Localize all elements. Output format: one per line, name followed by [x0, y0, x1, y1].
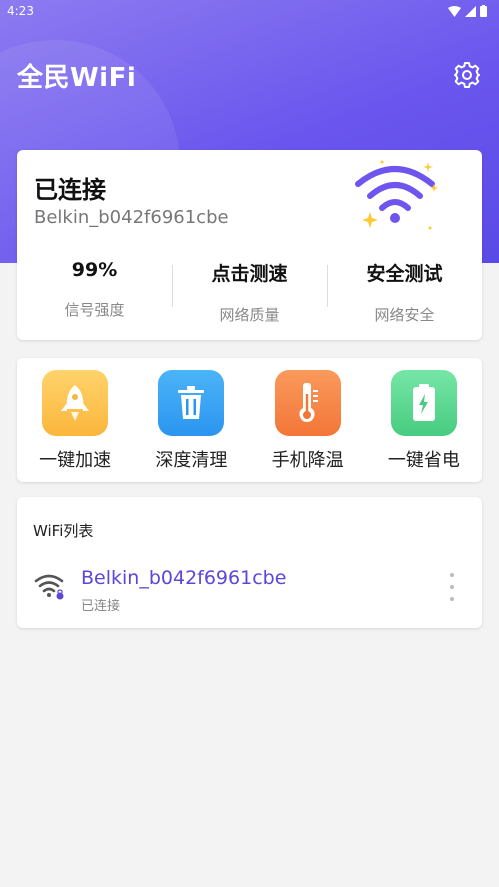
battery-status-icon: [480, 5, 487, 17]
app-title: 全民WiFi: [17, 63, 137, 93]
wifi-list-title: WiFi列表: [33, 522, 94, 540]
network-quality-label: 网络质量: [219, 306, 280, 324]
cool-down-button[interactable]: 手机降温: [250, 358, 366, 482]
speed-test-label: 点击测速: [211, 263, 288, 285]
gear-icon: [454, 62, 480, 88]
connection-stats: 99% 信号强度 点击测速 网络质量 安全测试 网络安全: [17, 255, 482, 325]
power-save-label: 一键省电: [387, 450, 460, 471]
signal-strength-value: 99%: [71, 259, 118, 281]
rocket-icon: [42, 370, 109, 436]
wifi-item-name: Belkin_b042f6961cbe: [81, 567, 287, 589]
status-icons: [448, 5, 487, 17]
wifi-list-item[interactable]: Belkin_b042f6961cbe 已连接: [17, 559, 482, 615]
status-bar: 4:23: [0, 0, 499, 22]
more-dot: [450, 597, 454, 601]
wifi-item-status: 已连接: [81, 599, 121, 614]
network-security-label: 网络安全: [374, 306, 435, 324]
signal-strength-stat: 99% 信号强度: [17, 255, 172, 325]
cell-signal-icon: [465, 5, 476, 17]
wifi-list-card: WiFi列表 Belkin_b042f6961cbe 已连接: [17, 497, 482, 628]
thermometer-icon: [274, 370, 341, 436]
boost-label: 一键加速: [39, 450, 112, 471]
security-test-button[interactable]: 安全测试 网络安全: [327, 255, 482, 325]
settings-button[interactable]: [452, 60, 482, 90]
deep-clean-label: 深度清理: [155, 450, 228, 471]
wifi-signal-icon: [448, 5, 461, 17]
wifi-illustration-icon: [355, 160, 438, 230]
deep-clean-button[interactable]: 深度清理: [133, 358, 249, 482]
power-save-button[interactable]: 一键省电: [366, 358, 482, 482]
connection-status-card: 已连接 Belkin_b042f6961cbe 99% 信号强度 点击测速 网络…: [17, 150, 482, 340]
more-options-button[interactable]: [443, 573, 461, 601]
connected-ssid: Belkin_b042f6961cbe: [34, 207, 229, 228]
speed-test-button[interactable]: 点击测速 网络质量: [172, 255, 327, 325]
cool-down-label: 手机降温: [271, 450, 344, 471]
more-dot: [450, 585, 454, 589]
signal-strength-label: 信号强度: [64, 301, 125, 319]
battery-icon: [390, 370, 457, 436]
boost-button[interactable]: 一键加速: [17, 358, 133, 482]
connection-state: 已连接: [34, 176, 106, 204]
security-test-label: 安全测试: [366, 263, 443, 285]
status-time: 4:23: [7, 4, 34, 18]
wifi-locked-icon: [34, 574, 64, 600]
tools-card: 一键加速 深度清理 手机降温 一键省电: [17, 358, 482, 482]
more-dot: [450, 573, 454, 577]
trash-icon: [158, 370, 225, 436]
